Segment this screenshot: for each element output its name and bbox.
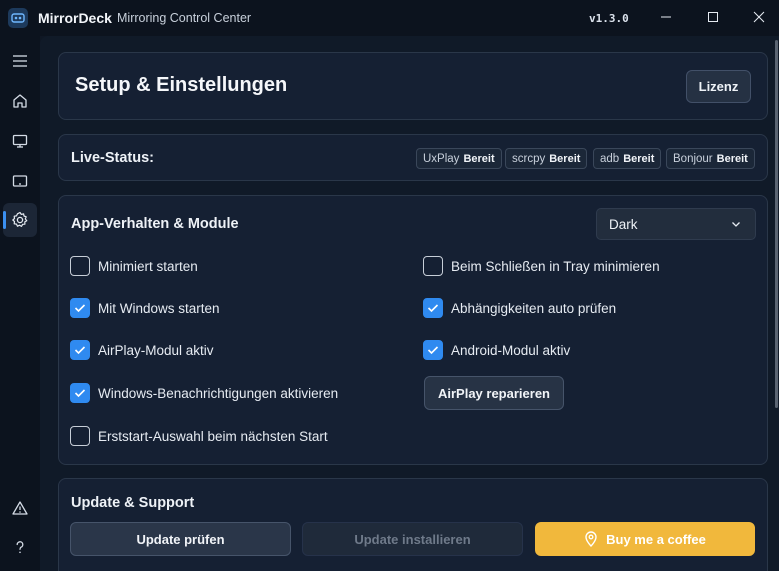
check-icon bbox=[427, 346, 439, 355]
title-bar: MirrorDeck Mirroring Control Center v1.3… bbox=[0, 0, 779, 36]
checkbox-label: Windows-Benachrichtigungen aktivieren bbox=[98, 385, 339, 401]
section-title: App-Verhalten & Module bbox=[71, 216, 239, 232]
status-chip-scrcpy: scrcpy Bereit bbox=[505, 148, 588, 169]
chip-name: UxPlay bbox=[423, 152, 460, 165]
minimize-button[interactable] bbox=[643, 0, 689, 34]
active-indicator bbox=[3, 211, 6, 229]
airplay-repair-button[interactable]: AirPlay reparieren bbox=[424, 376, 564, 410]
theme-select-value: Dark bbox=[609, 216, 638, 232]
checkbox[interactable] bbox=[70, 340, 90, 360]
check-icon bbox=[427, 304, 439, 313]
live-status-card: Live-Status: UxPlay Bereit scrcpy Bereit a… bbox=[58, 134, 768, 181]
location-pin-icon bbox=[584, 531, 598, 547]
scrollbar[interactable] bbox=[775, 40, 778, 408]
chip-name: adb bbox=[600, 152, 620, 165]
option-auto-check-deps[interactable]: Abhängigkeiten auto prüfen bbox=[423, 297, 616, 319]
chip-state: Bereit bbox=[623, 152, 655, 165]
check-update-button[interactable]: Update prüfen bbox=[70, 522, 291, 556]
sidebar-item-settings[interactable] bbox=[3, 203, 37, 237]
option-android-module[interactable]: Android-Modul aktiv bbox=[423, 339, 570, 361]
chip-name: scrcpy bbox=[512, 152, 546, 165]
chip-name: Bonjour bbox=[673, 152, 713, 165]
checkbox[interactable] bbox=[423, 340, 443, 360]
license-button[interactable]: Lizenz bbox=[686, 70, 751, 103]
sidebar-item-home[interactable] bbox=[3, 84, 37, 118]
checkbox[interactable] bbox=[70, 426, 90, 446]
check-icon bbox=[74, 389, 86, 398]
section-title: Update & Support bbox=[71, 495, 195, 511]
maximize-button[interactable] bbox=[690, 0, 736, 34]
minimize-icon bbox=[661, 16, 671, 18]
chip-state: Bereit bbox=[549, 152, 581, 165]
checkbox-label: Android-Modul aktiv bbox=[451, 342, 571, 358]
page-title: Setup & Einstellungen bbox=[75, 74, 288, 96]
checkbox-label: Mit Windows starten bbox=[98, 300, 220, 316]
option-start-with-windows[interactable]: Mit Windows starten bbox=[70, 297, 220, 319]
status-chip-bonjour: Bonjour Bereit bbox=[666, 148, 755, 169]
check-icon bbox=[74, 346, 86, 355]
gear-icon bbox=[12, 211, 28, 227]
checkbox[interactable] bbox=[70, 298, 90, 318]
install-update-button[interactable]: Update installieren bbox=[302, 522, 523, 556]
close-icon bbox=[753, 11, 765, 23]
monitor-icon bbox=[12, 134, 28, 148]
hamburger-menu-icon bbox=[13, 55, 27, 67]
maximize-icon bbox=[708, 12, 718, 22]
help-icon bbox=[16, 541, 24, 554]
header-card: Setup & Einstellungen Lizenz bbox=[58, 52, 768, 120]
live-status-label: Live-Status: bbox=[71, 150, 154, 166]
checkbox-label: Minimiert starten bbox=[98, 258, 198, 274]
sidebar-item-diagnostics[interactable] bbox=[3, 491, 37, 525]
checkbox[interactable] bbox=[70, 256, 90, 276]
update-support-card: Update & Support Update prüfen Update in… bbox=[58, 478, 768, 571]
app-logo-icon bbox=[8, 8, 28, 28]
warning-icon bbox=[12, 501, 28, 515]
checkbox[interactable] bbox=[423, 298, 443, 318]
version-label: v1.3.0 bbox=[589, 12, 629, 25]
app-name: MirrorDeck bbox=[38, 10, 112, 26]
checkbox-label: Abhängigkeiten auto prüfen bbox=[451, 300, 617, 316]
checkbox-label: Erststart-Auswahl beim nächsten Start bbox=[98, 428, 328, 444]
option-first-start-selection[interactable]: Erststart-Auswahl beim nächsten Start bbox=[70, 425, 328, 447]
buy-coffee-button[interactable]: Buy me a coffee bbox=[535, 522, 755, 556]
close-button[interactable] bbox=[736, 0, 779, 34]
sidebar-item-airplay[interactable] bbox=[3, 124, 37, 158]
checkbox-label: Beim Schließen in Tray minimieren bbox=[451, 258, 660, 274]
status-chip-adb: adb Bereit bbox=[593, 148, 662, 169]
tablet-icon bbox=[12, 175, 28, 187]
option-minimize-to-tray[interactable]: Beim Schließen in Tray minimieren bbox=[423, 255, 660, 277]
checkbox[interactable] bbox=[423, 256, 443, 276]
chevron-down-icon bbox=[732, 222, 740, 227]
sidebar bbox=[0, 36, 40, 571]
option-airplay-module[interactable]: AirPlay-Modul aktiv bbox=[70, 339, 214, 361]
menu-button[interactable] bbox=[3, 44, 37, 78]
buy-coffee-label: Buy me a coffee bbox=[606, 531, 706, 547]
chip-state: Bereit bbox=[463, 152, 495, 165]
option-windows-notifications[interactable]: Windows-Benachrichtigungen aktivieren bbox=[70, 382, 338, 404]
sidebar-item-android[interactable] bbox=[3, 164, 37, 198]
option-minimized-start[interactable]: Minimiert starten bbox=[70, 255, 198, 277]
checkbox[interactable] bbox=[70, 383, 90, 403]
check-icon bbox=[74, 304, 86, 313]
app-subtitle: Mirroring Control Center bbox=[117, 11, 252, 25]
checkbox-label: AirPlay-Modul aktiv bbox=[98, 342, 214, 358]
sidebar-item-help[interactable] bbox=[3, 530, 37, 564]
home-icon bbox=[13, 94, 27, 108]
status-chip-uxplay: UxPlay Bereit bbox=[416, 148, 502, 169]
chip-state: Bereit bbox=[716, 152, 748, 165]
app-behaviour-card: App-Verhalten & Module Dark Minimiert st… bbox=[58, 195, 768, 465]
theme-select[interactable]: Dark bbox=[596, 208, 756, 240]
